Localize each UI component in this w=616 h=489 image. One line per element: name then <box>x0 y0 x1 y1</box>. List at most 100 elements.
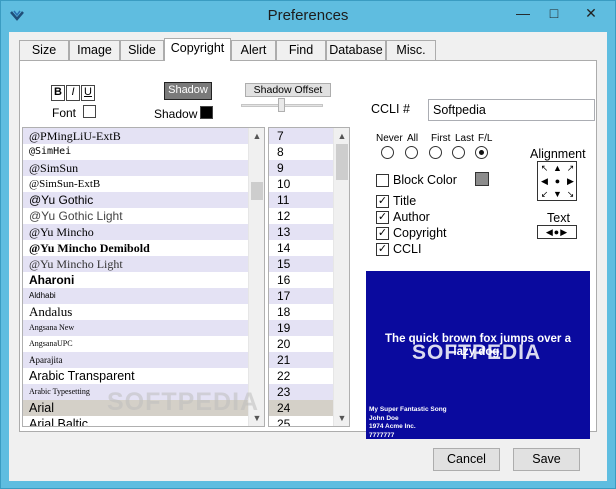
align-bottom-left-icon[interactable]: ↙ <box>538 188 551 201</box>
radio-label-all: All <box>407 133 419 144</box>
align-left-icon[interactable]: ◀ <box>538 175 551 188</box>
ccli-checkbox[interactable]: ✓ <box>376 243 389 256</box>
block-color-checkbox[interactable] <box>376 174 389 187</box>
list-item[interactable]: 14 <box>269 240 335 256</box>
size-list-scrollbar[interactable]: ▲ ▼ <box>333 128 349 426</box>
list-item[interactable]: 16 <box>269 272 335 288</box>
list-item[interactable]: Andalus <box>23 304 249 320</box>
list-item[interactable]: @PMingLiU-ExtB <box>23 128 249 144</box>
tab-misc[interactable]: Misc. <box>386 40 436 60</box>
scroll-up-arrow-icon[interactable]: ▲ <box>334 128 349 144</box>
author-checkbox-label: Author <box>393 210 430 224</box>
list-item[interactable]: 21 <box>269 352 335 368</box>
list-item[interactable]: 13 <box>269 224 335 240</box>
minimize-button[interactable]: — <box>509 4 537 24</box>
text-align-control[interactable]: ◀●▶ <box>537 225 577 239</box>
list-item[interactable]: @SimSun-ExtB <box>23 176 249 192</box>
list-item[interactable]: @SimHei <box>23 144 249 160</box>
close-button[interactable]: ✕ <box>573 4 609 24</box>
title-bar[interactable]: Preferences — □ ✕ <box>1 1 615 32</box>
radio-label-fl: F/L <box>478 133 493 144</box>
shadow-toggle-button[interactable]: Shadow <box>164 82 212 100</box>
tab-find[interactable]: Find <box>276 40 326 60</box>
underline-button[interactable]: U <box>81 85 95 101</box>
radio-last[interactable] <box>452 146 465 159</box>
font-list-scrollbar[interactable]: ▲ ▼ <box>248 128 264 426</box>
align-center-icon[interactable]: ● <box>551 175 564 188</box>
ccli-number-input[interactable]: Softpedia <box>428 99 595 121</box>
align-bottom-right-icon[interactable]: ↘ <box>564 188 577 201</box>
list-item[interactable]: 9 <box>269 160 335 176</box>
font-color-label: Font <box>52 106 77 120</box>
align-top-left-icon[interactable]: ↖ <box>538 162 551 175</box>
list-item[interactable]: @Yu Gothic Light <box>23 208 249 224</box>
font-list[interactable]: @PMingLiU-ExtB @SimHei @SimSun @SimSun-E… <box>22 127 265 427</box>
author-checkbox[interactable]: ✓ <box>376 211 389 224</box>
scroll-down-arrow-icon[interactable]: ▼ <box>334 410 349 426</box>
maximize-button[interactable]: □ <box>541 4 567 24</box>
list-item[interactable]: 10 <box>269 176 335 192</box>
tab-size[interactable]: Size <box>19 40 69 60</box>
list-item[interactable]: Aparajita <box>23 352 249 368</box>
dialog-client-area: Size Image Slide Copyright Alert Find Da… <box>9 32 607 481</box>
list-item[interactable]: @Yu Mincho Demibold <box>23 240 249 256</box>
list-item[interactable]: 12 <box>269 208 335 224</box>
size-list[interactable]: 7 8 9 10 11 12 13 14 15 16 17 18 19 20 2… <box>268 127 350 427</box>
save-button[interactable]: Save <box>513 448 580 471</box>
title-checkbox[interactable]: ✓ <box>376 195 389 208</box>
list-item[interactable]: @Yu Mincho Light <box>23 256 249 272</box>
alignment-grid[interactable]: ↖ ▲ ↗ ◀ ● ▶ ↙ ▼ ↘ <box>537 161 577 201</box>
tab-alert[interactable]: Alert <box>231 40 276 60</box>
tab-database[interactable]: Database <box>326 40 386 60</box>
list-item-selected[interactable]: 24 <box>269 400 335 416</box>
list-item[interactable]: 22 <box>269 368 335 384</box>
text-align-right-icon[interactable]: ▶ <box>560 227 568 237</box>
list-item[interactable]: Arabic Typesetting <box>23 384 249 400</box>
align-right-icon[interactable]: ▶ <box>564 175 577 188</box>
list-item-selected[interactable]: Arial <box>23 400 249 416</box>
font-color-swatch[interactable] <box>83 105 96 118</box>
list-item[interactable]: 8 <box>269 144 335 160</box>
list-item[interactable]: Angsana New <box>23 320 249 336</box>
list-item[interactable]: 18 <box>269 304 335 320</box>
align-top-icon[interactable]: ▲ <box>551 162 564 175</box>
list-item[interactable]: Arial Baltic <box>23 416 249 426</box>
radio-never[interactable] <box>381 146 394 159</box>
list-item[interactable]: 17 <box>269 288 335 304</box>
list-item[interactable]: 20 <box>269 336 335 352</box>
scrollbar-thumb[interactable] <box>336 144 348 180</box>
scrollbar-thumb[interactable] <box>251 182 263 200</box>
radio-first[interactable] <box>429 146 442 159</box>
list-item[interactable]: 15 <box>269 256 335 272</box>
list-item[interactable]: 25 <box>269 416 335 426</box>
cancel-button[interactable]: Cancel <box>433 448 500 471</box>
tab-image[interactable]: Image <box>69 40 120 60</box>
copyright-checkbox[interactable]: ✓ <box>376 227 389 240</box>
list-item[interactable]: @Yu Gothic <box>23 192 249 208</box>
shadow-color-swatch[interactable] <box>200 106 213 119</box>
block-color-swatch[interactable] <box>475 172 489 186</box>
bold-button[interactable]: B <box>51 85 65 101</box>
shadow-offset-slider-thumb[interactable] <box>278 98 285 112</box>
list-item[interactable]: @Yu Mincho <box>23 224 249 240</box>
list-item[interactable]: Aharoni <box>23 272 249 288</box>
align-bottom-icon[interactable]: ▼ <box>551 188 564 201</box>
text-align-left-icon[interactable]: ◀ <box>546 227 554 237</box>
tab-slide[interactable]: Slide <box>120 40 164 60</box>
italic-button[interactable]: I <box>66 85 80 101</box>
radio-all[interactable] <box>405 146 418 159</box>
list-item[interactable]: AngsanaUPC <box>23 336 249 352</box>
scroll-down-arrow-icon[interactable]: ▼ <box>249 410 264 426</box>
list-item[interactable]: @SimSun <box>23 160 249 176</box>
shadow-offset-button[interactable]: Shadow Offset <box>245 83 331 97</box>
align-top-right-icon[interactable]: ↗ <box>564 162 577 175</box>
list-item[interactable]: 19 <box>269 320 335 336</box>
list-item[interactable]: 7 <box>269 128 335 144</box>
list-item[interactable]: Arabic Transparent <box>23 368 249 384</box>
list-item[interactable]: Aldhabi <box>23 288 249 304</box>
tab-copyright[interactable]: Copyright <box>164 38 231 61</box>
list-item[interactable]: 23 <box>269 384 335 400</box>
scroll-up-arrow-icon[interactable]: ▲ <box>249 128 264 144</box>
radio-fl[interactable] <box>475 146 488 159</box>
list-item[interactable]: 11 <box>269 192 335 208</box>
